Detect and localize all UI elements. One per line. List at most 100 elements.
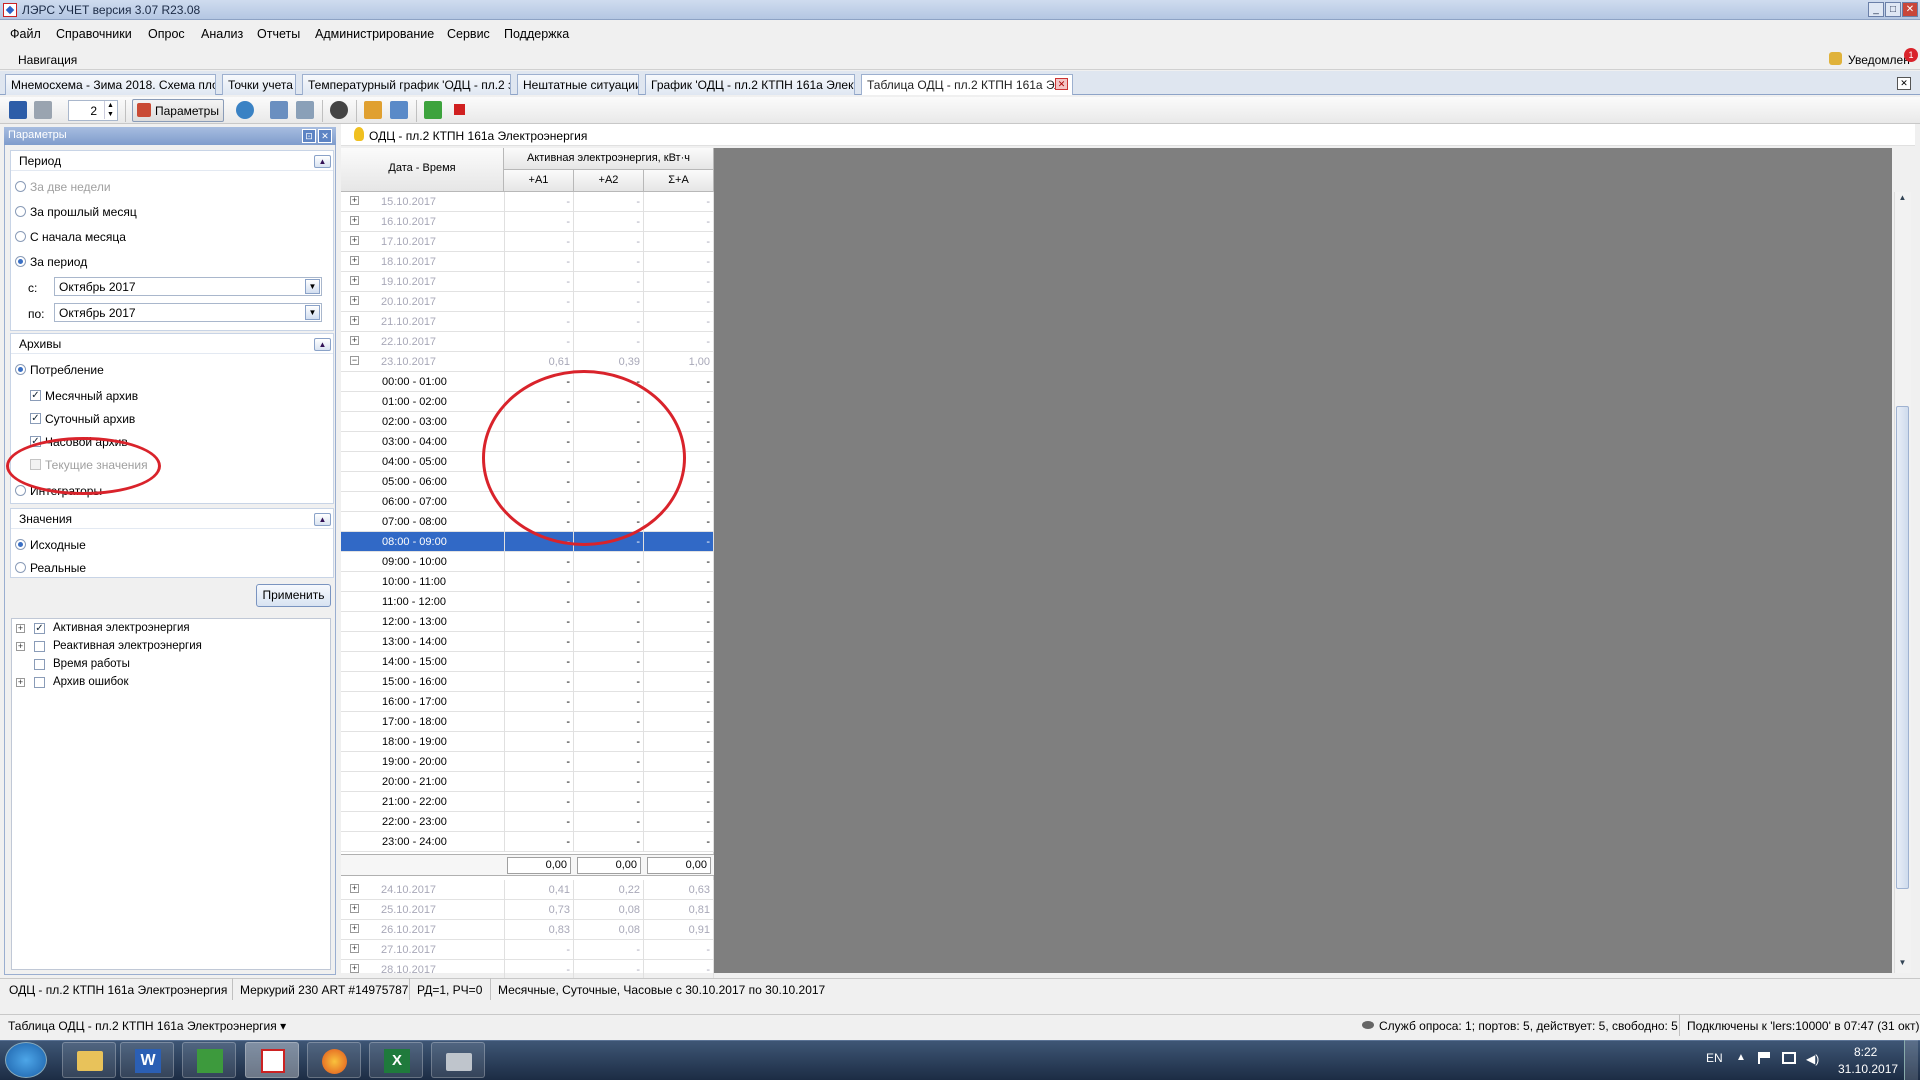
col-a2-header[interactable]: +A2 [574, 170, 644, 192]
taskbar-word[interactable]: W [120, 1042, 174, 1078]
table-row[interactable]: 21:00 - 22:00 - - - [341, 792, 714, 812]
export-icon[interactable] [270, 101, 288, 119]
tree-item-work-time[interactable]: Время работы [53, 658, 130, 670]
expand-row-icon[interactable]: + [350, 904, 359, 913]
expand-row-icon[interactable]: + [350, 276, 359, 285]
check-work-time[interactable] [34, 659, 45, 670]
clock-date[interactable]: 31.10.2017 [1838, 1062, 1898, 1076]
expand-row-icon[interactable]: + [350, 884, 359, 893]
tab-graph[interactable]: График 'ОДЦ - пл.2 КТПН 161а Электрс [645, 74, 855, 95]
col-sum-header[interactable]: Σ+A [644, 170, 714, 192]
radio-real[interactable] [15, 562, 26, 573]
collapse-row-icon[interactable]: − [350, 356, 359, 365]
menu-administration[interactable]: Администрирование [315, 27, 434, 41]
menu-reports[interactable]: Отчеты [257, 27, 300, 41]
print-icon[interactable] [34, 101, 52, 119]
table-row[interactable]: 13:00 - 14:00 - - - [341, 632, 714, 652]
show-desktop-button[interactable] [1904, 1040, 1918, 1080]
radio-period[interactable] [15, 256, 26, 267]
table-row[interactable]: +28.10.2017 - - - [341, 960, 714, 980]
table-row[interactable]: +24.10.2017 0,41 0,22 0,63 [341, 880, 714, 900]
expand-icon[interactable]: + [16, 678, 25, 687]
table-row[interactable]: +18.10.2017 - - - [341, 252, 714, 272]
menu-references[interactable]: Справочники [56, 27, 132, 41]
table-row[interactable]: +19.10.2017 - - - [341, 272, 714, 292]
table-row[interactable]: +27.10.2017 - - - [341, 940, 714, 960]
network-icon[interactable] [1782, 1052, 1796, 1064]
start-button[interactable] [5, 1042, 47, 1078]
tree-item-reactive-energy[interactable]: Реактивная электроэнергия [53, 640, 202, 652]
table-row[interactable]: +17.10.2017 - - - [341, 232, 714, 252]
language-indicator[interactable]: EN [1706, 1051, 1723, 1065]
expand-row-icon[interactable]: + [350, 336, 359, 345]
table-row[interactable]: +16.10.2017 - - - [341, 212, 714, 232]
table-row[interactable]: 12:00 - 13:00 - - - [341, 612, 714, 632]
volume-icon[interactable]: ◀) [1806, 1052, 1819, 1066]
stepper-arrows-icon[interactable]: ▲ ▼ [104, 101, 116, 119]
tab-close-icon[interactable]: ✕ [1055, 78, 1068, 90]
table-row[interactable]: 20:00 - 21:00 - - - [341, 772, 714, 792]
close-all-tabs-icon[interactable]: ✕ [1897, 77, 1911, 90]
table-row[interactable]: +20.10.2017 - - - [341, 292, 714, 312]
check-daily[interactable]: ✓ [30, 413, 41, 424]
table-row[interactable]: 15:00 - 16:00 - - - [341, 672, 714, 692]
maximize-button[interactable]: □ [1885, 2, 1901, 17]
scroll-down-icon[interactable]: ▼ [1896, 958, 1909, 971]
scroll-up-icon[interactable]: ▲ [1896, 193, 1909, 206]
apply-button[interactable]: Применить [256, 584, 331, 607]
flag-icon[interactable] [1758, 1052, 1770, 1064]
table-row-selected[interactable]: 08:00 - 09:00- - - [341, 532, 714, 552]
expand-row-icon[interactable]: + [350, 944, 359, 953]
menu-file[interactable]: Файл [10, 27, 41, 41]
archives-collapse-icon[interactable]: ▲ [314, 338, 331, 351]
table-row[interactable]: 16:00 - 17:00 - - - [341, 692, 714, 712]
expand-icon[interactable]: + [16, 624, 25, 633]
radio-two-weeks[interactable] [15, 181, 26, 192]
stop-icon[interactable] [454, 104, 465, 115]
from-select[interactable]: Октябрь 2017 [54, 277, 322, 296]
tab-metering-points[interactable]: Точки учета [222, 74, 296, 95]
table-row[interactable]: 22:00 - 23:00 - - - [341, 812, 714, 832]
tab-mnemoscheme[interactable]: Мнемосхема - Зима 2018. Схема площад [5, 74, 216, 95]
tree-item-active-energy[interactable]: Активная электроэнергия [53, 622, 190, 634]
table-row[interactable]: +25.10.2017 0,73 0,08 0,81 [341, 900, 714, 920]
radio-integrators[interactable] [15, 485, 26, 496]
expand-row-icon[interactable]: + [350, 316, 359, 325]
check-error-archive[interactable] [34, 677, 45, 688]
table-row[interactable]: 19:00 - 20:00 - - - [341, 752, 714, 772]
taskbar-calc[interactable] [182, 1042, 236, 1078]
table-row[interactable]: 23:00 - 24:00 - - - [341, 832, 714, 852]
from-dropdown-icon[interactable]: ▼ [305, 279, 320, 294]
radio-consumption[interactable] [15, 364, 26, 375]
radio-last-month[interactable] [15, 206, 26, 217]
radio-raw[interactable] [15, 539, 26, 550]
taskbar-firefox[interactable] [307, 1042, 361, 1078]
refresh-icon[interactable] [236, 101, 254, 119]
start-icon[interactable] [424, 101, 442, 119]
table-row[interactable]: +21.10.2017 - - - [341, 312, 714, 332]
taskbar-lers[interactable] [245, 1042, 299, 1078]
tray-expand-icon[interactable]: ▲ [1736, 1052, 1746, 1063]
expand-icon[interactable]: + [16, 642, 25, 651]
save-icon[interactable] [9, 101, 27, 119]
table-row[interactable]: 10:00 - 11:00 - - - [341, 572, 714, 592]
chart-icon[interactable] [296, 101, 314, 119]
radio-month-start[interactable] [15, 231, 26, 242]
table-row[interactable]: 17:00 - 18:00 - - - [341, 712, 714, 732]
tab-temperature-graph[interactable]: Температурный график 'ОДЦ - пл.2 зд. [302, 74, 511, 95]
edit-icon[interactable] [364, 101, 382, 119]
check-active-energy[interactable]: ✓ [34, 623, 45, 634]
tab-emergency[interactable]: Нештатные ситуации [517, 74, 639, 95]
col-datetime-header[interactable]: Дата - Время [341, 148, 504, 192]
expand-row-icon[interactable]: + [350, 964, 359, 973]
table-row[interactable]: +26.10.2017 0,83 0,08 0,91 [341, 920, 714, 940]
table-row[interactable]: − 23.10.2017 0,61 0,39 1,00 [341, 352, 714, 372]
table-row[interactable]: 11:00 - 12:00 - - - [341, 592, 714, 612]
expand-row-icon[interactable]: + [350, 256, 359, 265]
tab-table-active[interactable]: Таблица ОДЦ - пл.2 КТПН 161а Эле [861, 74, 1073, 95]
expand-row-icon[interactable]: + [350, 196, 359, 205]
notifications-button[interactable]: Уведомлен [1848, 53, 1910, 67]
table-row[interactable]: +22.10.2017 - - - [341, 332, 714, 352]
menu-support[interactable]: Поддержка [504, 27, 569, 41]
taskbar-printer[interactable] [431, 1042, 485, 1078]
